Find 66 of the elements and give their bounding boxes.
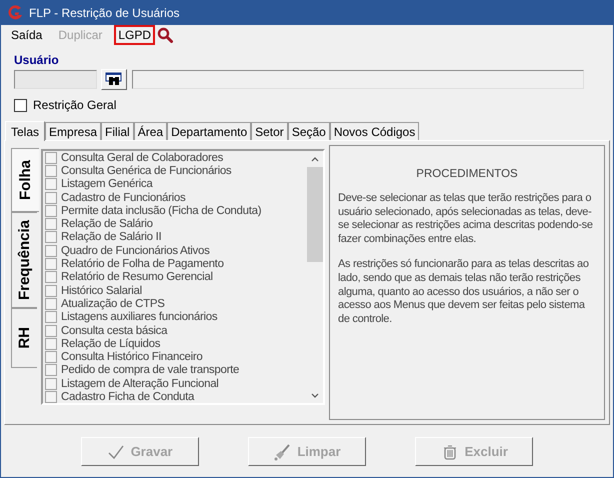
tab[interactable]: Departamento (167, 122, 252, 140)
tab[interactable]: Telas (5, 121, 46, 141)
list-item[interactable]: Relação de Salário (61, 218, 153, 230)
list-item[interactable]: Consulta Histórico Financeiro (61, 351, 203, 364)
list-item[interactable]: Relação de Salário II (61, 231, 162, 244)
menu-item[interactable]: LGPD (114, 25, 156, 45)
info-paragraph: Deve-se selecionar as telas que terão restrições para o usuário selecionado, após selecionadas as telas, deve-se selecionar as restrições acima descritas podendo-se fazer combinações entre elas. (338, 192, 594, 246)
checkbox[interactable] (45, 204, 57, 217)
checkbox[interactable] (45, 164, 57, 177)
lookup-button[interactable] (101, 69, 127, 90)
list-item[interactable]: Relação de Líquidos (61, 338, 160, 350)
checkbox[interactable] (45, 178, 57, 190)
list-item[interactable]: Consulta Genérica de Funcionários (61, 164, 232, 177)
list-item[interactable]: Atualização de CTPS (61, 298, 165, 310)
checkbox[interactable] (45, 364, 57, 376)
side-tab[interactable]: Folha (11, 148, 39, 212)
search-icon[interactable] (157, 27, 174, 43)
checkbox[interactable] (45, 324, 57, 336)
checkbox[interactable] (45, 311, 57, 324)
list-item[interactable]: Consulta cesta básica (61, 324, 168, 336)
scroll-thumb[interactable] (307, 167, 323, 262)
menu-item[interactable]: Saída (7, 25, 46, 45)
list-item[interactable]: Quadro de Funcionários Ativos (61, 244, 210, 257)
info-paragraph: As restrições só funcionarão para as telas descritas ao lado, sendo que as demais telas não terão restrições alguma, quanto ao acesso dos usuários, a não ser o acesso aos Menus que devem ser feitas pelo sistema de controle. (338, 258, 590, 326)
checkbox[interactable] (45, 298, 57, 310)
info-title: PROCEDIMENTOS (415, 168, 519, 180)
user-name-field[interactable] (132, 70, 584, 89)
checkbox[interactable] (45, 284, 57, 297)
window-title: FLP - Restrição de Usuários (29, 6, 180, 20)
list-item[interactable]: Cadastro Ficha de Conduta (61, 390, 194, 403)
checkbox[interactable] (45, 351, 57, 364)
list-item[interactable]: Relatório de Resumo Gerencial (61, 271, 213, 284)
binoculars-icon (105, 72, 123, 88)
checkbox[interactable] (45, 152, 57, 164)
field-label: Usuário (14, 53, 60, 69)
checkbox[interactable] (45, 271, 57, 284)
user-code-field[interactable] (14, 70, 97, 89)
broom-icon (273, 442, 292, 460)
list-item[interactable]: Pedido de compra de vale transporte (61, 364, 240, 376)
checkbox-label: Restrição Geral (33, 98, 116, 112)
tab[interactable]: Área (134, 122, 168, 140)
checkbox[interactable] (45, 338, 57, 350)
side-tab[interactable]: Frequência (11, 212, 37, 308)
side-tab[interactable]: RH (11, 308, 37, 368)
app-logo-icon (7, 5, 23, 21)
checkbox[interactable] (14, 98, 27, 112)
list-item[interactable]: Histórico Salarial (61, 284, 142, 297)
checkbox[interactable] (45, 244, 57, 257)
checkbox[interactable] (45, 378, 57, 390)
checkbox[interactable] (45, 192, 57, 204)
tab[interactable]: Novos Códigos (330, 122, 420, 140)
list-item[interactable]: Consulta Geral de Colaboradores (61, 152, 224, 164)
list-item[interactable]: Cadastro de Funcionários (61, 192, 186, 204)
checkbox[interactable] (45, 258, 57, 270)
list-item[interactable]: Listagens auxiliares funcionários (61, 311, 218, 324)
checkbox[interactable] (45, 231, 57, 244)
checkbox[interactable] (45, 390, 57, 403)
tab[interactable]: Empresa (45, 122, 102, 140)
tab[interactable]: Filial (101, 122, 134, 140)
list-item[interactable]: Listagem Genérica (61, 178, 152, 190)
checkbox[interactable] (45, 218, 57, 230)
list-item[interactable]: Permite data inclusão (Ficha de Conduta) (61, 204, 262, 217)
list-item[interactable]: Listagem de Alteração Funcional (61, 378, 219, 390)
tab[interactable]: Seção (288, 122, 330, 140)
tab[interactable]: Setor (251, 122, 288, 140)
list-item[interactable]: Relatório de Folha de Pagamento (61, 258, 224, 270)
